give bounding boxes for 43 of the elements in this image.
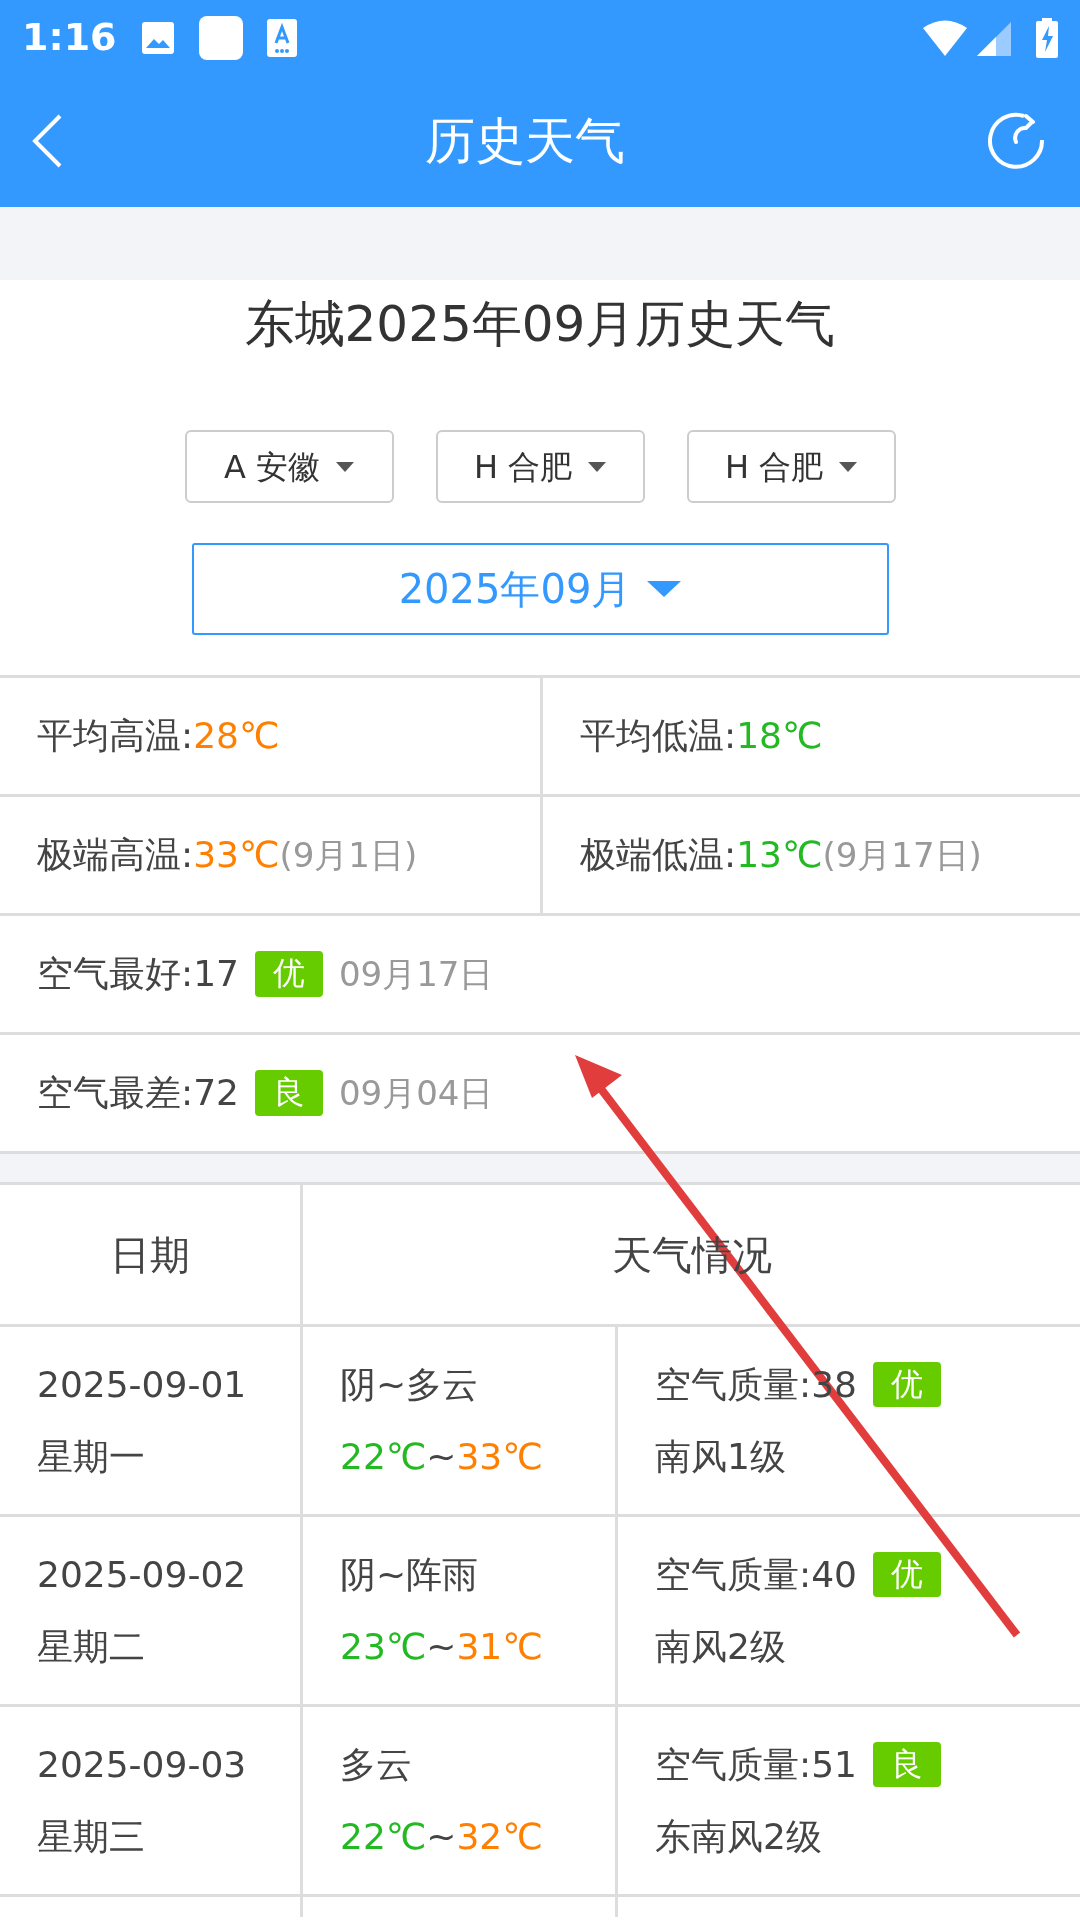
air-quality-label: 空气最差:72 — [37, 1071, 239, 1115]
column-header: 日期 — [110, 1230, 190, 1280]
temperature-range: 22℃~32℃ — [340, 1814, 543, 1859]
wifi-icon — [922, 18, 968, 57]
temperature-range: 22℃~33℃ — [340, 1434, 543, 1479]
date-text: 09月04日 — [338, 1071, 494, 1115]
wind-text: 南风1级 — [655, 1434, 786, 1479]
temperature-range: 23℃~31℃ — [340, 1624, 543, 1669]
weekday-text: 星期一 — [37, 1434, 145, 1479]
picture-icon — [140, 20, 175, 55]
keyboard-icon — [266, 18, 297, 57]
quality-tag: 优 — [872, 1551, 941, 1598]
quality-tag: 良 — [254, 1070, 323, 1116]
square-icon — [198, 15, 243, 60]
wind-text: 南风2级 — [655, 1624, 786, 1669]
date-text: 2025-09-01 — [37, 1362, 247, 1407]
stat-text: 平均低温:18℃ — [580, 714, 823, 758]
weather-text: 多云 — [340, 1742, 412, 1787]
back-icon[interactable] — [30, 113, 64, 169]
date-text: 2025-09-03 — [37, 1742, 247, 1787]
quality-tag: 良 — [872, 1741, 941, 1788]
clock-time: 1:16 — [22, 14, 117, 61]
wind-text: 东南风2级 — [655, 1814, 822, 1859]
date-text: 09月17日 — [338, 952, 494, 996]
battery-icon — [1036, 17, 1058, 58]
region-dropdown[interactable]: H 合肥 — [686, 430, 896, 503]
air-quality-text: 空气质量:51 — [655, 1742, 857, 1787]
air-quality-text: 空气质量:40 — [655, 1552, 857, 1597]
quality-tag: 优 — [872, 1361, 941, 1408]
quality-tag: 优 — [254, 951, 323, 997]
stat-text: 极端低温:13℃(9月17日) — [580, 833, 982, 877]
stat-text: 极端高温:33℃(9月1日) — [37, 833, 418, 877]
region-dropdown[interactable]: H 合肥 — [435, 430, 645, 503]
weekday-text: 星期三 — [37, 1814, 145, 1859]
weather-text: 阴~阵雨 — [340, 1552, 479, 1597]
stat-text: 平均高温:28℃ — [37, 714, 280, 758]
region-dropdown[interactable]: A 安徽 — [184, 430, 394, 503]
weekday-text: 星期二 — [37, 1624, 145, 1669]
date-text: 2025-09-02 — [37, 1552, 247, 1597]
page-heading: 东城2025年09月历史天气 — [244, 293, 836, 355]
screen-title: 历史天气 — [425, 110, 625, 172]
air-quality-label: 空气最好:17 — [37, 952, 239, 996]
weather-text: 阴~多云 — [340, 1362, 479, 1407]
